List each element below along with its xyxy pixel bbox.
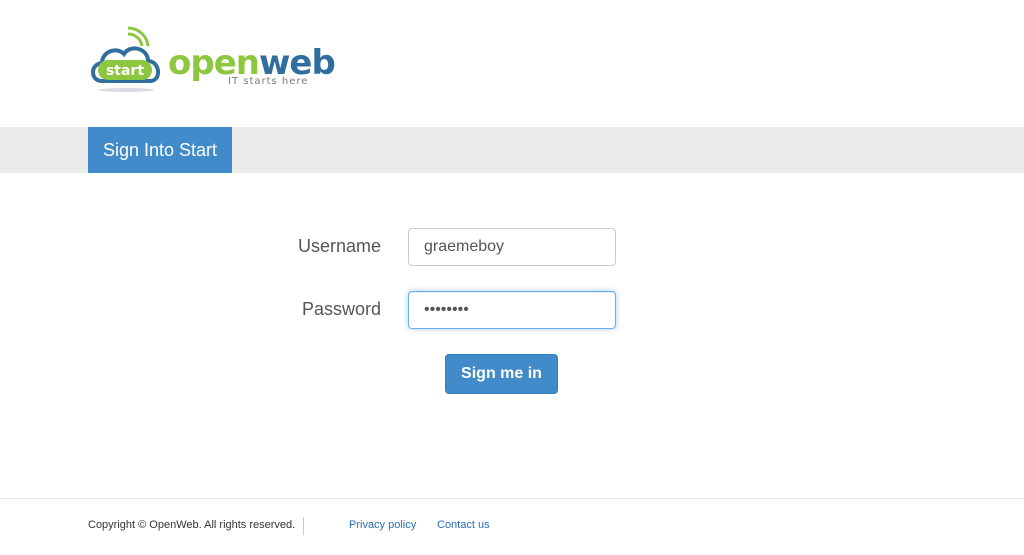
- footer-separator: [303, 517, 304, 535]
- password-input[interactable]: [408, 291, 616, 329]
- header: start openweb IT starts here: [0, 0, 1024, 127]
- username-input[interactable]: [408, 228, 616, 266]
- privacy-policy-link[interactable]: Privacy policy: [349, 517, 416, 533]
- nav-bar: Sign Into Start: [0, 127, 1024, 173]
- password-label: Password: [301, 299, 381, 319]
- username-label: Username: [297, 236, 381, 256]
- logo-wordmark: openweb: [168, 46, 336, 80]
- logo-badge-text: start: [106, 63, 144, 79]
- copyright-text: Copyright © OpenWeb. All rights reserved…: [88, 519, 296, 531]
- contact-us-link[interactable]: Contact us: [437, 517, 490, 533]
- openweb-logo[interactable]: start openweb IT starts here: [88, 26, 336, 96]
- tab-sign-into-start[interactable]: Sign Into Start: [88, 127, 232, 173]
- sign-in-button[interactable]: Sign me in: [445, 354, 558, 394]
- logo-tagline: IT starts here: [228, 76, 309, 87]
- footer-divider: [0, 498, 1024, 499]
- start-cloud-icon: start: [91, 26, 160, 92]
